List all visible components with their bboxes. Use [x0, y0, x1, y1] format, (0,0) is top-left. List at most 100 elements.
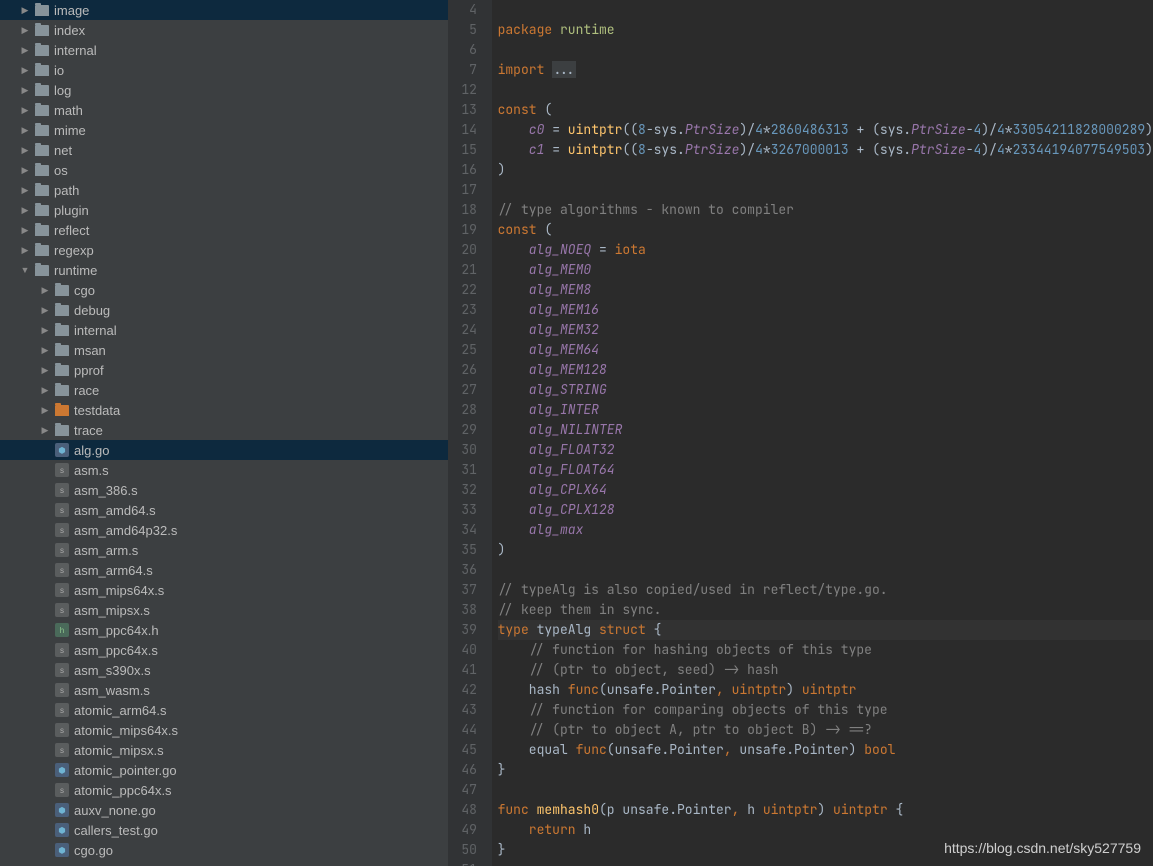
code-line[interactable]: const (	[498, 220, 1153, 240]
tree-item[interactable]: internal	[0, 40, 448, 60]
tree-item[interactable]: image	[0, 0, 448, 20]
tree-item[interactable]: reflect	[0, 220, 448, 240]
tree-item[interactable]: sasm_arm64.s	[0, 560, 448, 580]
code-line[interactable]: // (ptr to object A, ptr to object B) ->…	[498, 720, 1153, 740]
code-line[interactable]: alg_NILINTER	[498, 420, 1153, 440]
tree-item[interactable]: satomic_mipsx.s	[0, 740, 448, 760]
tree-item[interactable]: sasm_386.s	[0, 480, 448, 500]
expand-arrow-icon[interactable]	[40, 365, 50, 376]
code-line[interactable]	[498, 780, 1153, 800]
tree-item[interactable]: hasm_ppc64x.h	[0, 620, 448, 640]
tree-item[interactable]: debug	[0, 300, 448, 320]
expand-arrow-icon[interactable]	[20, 25, 30, 36]
expand-arrow-icon[interactable]	[20, 125, 30, 136]
code-line[interactable]: package runtime	[498, 20, 1153, 40]
tree-item[interactable]: ⬢cgo.go	[0, 840, 448, 860]
tree-item[interactable]: internal	[0, 320, 448, 340]
tree-item[interactable]: path	[0, 180, 448, 200]
expand-arrow-icon[interactable]	[40, 325, 50, 336]
code-line[interactable]: alg_max	[498, 520, 1153, 540]
tree-item[interactable]: sasm_arm.s	[0, 540, 448, 560]
code-line[interactable]: const (	[498, 100, 1153, 120]
code-line[interactable]: alg_MEM32	[498, 320, 1153, 340]
expand-arrow-icon[interactable]	[20, 85, 30, 96]
code-line[interactable]: alg_FLOAT32	[498, 440, 1153, 460]
code-line[interactable]: type typeAlg struct {	[498, 620, 1153, 640]
code-line[interactable]: func memhash0(p unsafe.Pointer, h uintpt…	[498, 800, 1153, 820]
tree-item[interactable]: satomic_arm64.s	[0, 700, 448, 720]
code-area[interactable]: package runtime import ... const ( c0 = ui…	[492, 0, 1153, 866]
code-line[interactable]: c0 = uintptr((8-sys.PtrSize)/4*286048631…	[498, 120, 1153, 140]
tree-item[interactable]: testdata	[0, 400, 448, 420]
tree-item[interactable]: msan	[0, 340, 448, 360]
code-line[interactable]: alg_CPLX64	[498, 480, 1153, 500]
code-line[interactable]: return h	[498, 820, 1153, 840]
tree-item[interactable]: mime	[0, 120, 448, 140]
tree-item[interactable]: sasm_mipsx.s	[0, 600, 448, 620]
code-line[interactable]: )	[498, 160, 1153, 180]
tree-item[interactable]: log	[0, 80, 448, 100]
tree-item[interactable]: sasm_mips64x.s	[0, 580, 448, 600]
expand-arrow-icon[interactable]	[20, 185, 30, 196]
tree-item[interactable]: pprof	[0, 360, 448, 380]
code-line[interactable]: hash func(unsafe.Pointer, uintptr) uintp…	[498, 680, 1153, 700]
code-line[interactable]: // typeAlg is also copied/used in reflec…	[498, 580, 1153, 600]
code-line[interactable]	[498, 180, 1153, 200]
code-line[interactable]: alg_MEM64	[498, 340, 1153, 360]
expand-arrow-icon[interactable]	[40, 305, 50, 316]
code-line[interactable]: }	[498, 760, 1153, 780]
tree-item[interactable]: plugin	[0, 200, 448, 220]
expand-arrow-icon[interactable]	[40, 425, 50, 436]
expand-arrow-icon[interactable]	[20, 65, 30, 76]
tree-item[interactable]: ⬢atomic_pointer.go	[0, 760, 448, 780]
tree-item[interactable]: ⬢callers_test.go	[0, 820, 448, 840]
code-line[interactable]	[498, 80, 1153, 100]
tree-item[interactable]: sasm.s	[0, 460, 448, 480]
expand-arrow-icon[interactable]	[20, 225, 30, 236]
tree-item[interactable]: runtime	[0, 260, 448, 280]
expand-arrow-icon[interactable]	[20, 45, 30, 56]
code-line[interactable]	[498, 40, 1153, 60]
code-line[interactable]: // function for hashing objects of this …	[498, 640, 1153, 660]
code-line[interactable]: // keep them in sync.	[498, 600, 1153, 620]
tree-item[interactable]: cgo	[0, 280, 448, 300]
project-tree[interactable]: imageindexinternaliologmathmimenetospath…	[0, 0, 448, 866]
tree-item[interactable]: sasm_ppc64x.s	[0, 640, 448, 660]
code-line[interactable]: alg_STRING	[498, 380, 1153, 400]
code-line[interactable]: alg_MEM16	[498, 300, 1153, 320]
tree-item[interactable]: io	[0, 60, 448, 80]
expand-arrow-icon[interactable]	[40, 345, 50, 356]
code-editor[interactable]: 4567121314151617181920212223242526272829…	[448, 0, 1153, 866]
code-line[interactable]: alg_INTER	[498, 400, 1153, 420]
tree-item[interactable]: satomic_ppc64x.s	[0, 780, 448, 800]
tree-item[interactable]: satomic_mips64x.s	[0, 720, 448, 740]
code-line[interactable]: alg_MEM8	[498, 280, 1153, 300]
tree-item[interactable]: index	[0, 20, 448, 40]
tree-item[interactable]: sasm_amd64p32.s	[0, 520, 448, 540]
code-line[interactable]: alg_MEM128	[498, 360, 1153, 380]
code-line[interactable]: // type algorithms - known to compiler	[498, 200, 1153, 220]
tree-item[interactable]: trace	[0, 420, 448, 440]
expand-arrow-icon[interactable]	[20, 205, 30, 216]
code-line[interactable]: import ...	[498, 60, 1153, 80]
expand-arrow-icon[interactable]	[40, 405, 50, 416]
expand-arrow-icon[interactable]	[20, 165, 30, 176]
tree-item[interactable]: race	[0, 380, 448, 400]
code-line[interactable]: // function for comparing objects of thi…	[498, 700, 1153, 720]
tree-item[interactable]: sasm_wasm.s	[0, 680, 448, 700]
expand-arrow-icon[interactable]	[20, 245, 30, 256]
code-line[interactable]: alg_MEM0	[498, 260, 1153, 280]
code-line[interactable]: equal func(unsafe.Pointer, unsafe.Pointe…	[498, 740, 1153, 760]
tree-item[interactable]: os	[0, 160, 448, 180]
tree-item[interactable]: net	[0, 140, 448, 160]
tree-item[interactable]: sasm_s390x.s	[0, 660, 448, 680]
tree-item[interactable]: ⬢alg.go	[0, 440, 448, 460]
tree-item[interactable]: regexp	[0, 240, 448, 260]
tree-item[interactable]: sasm_amd64.s	[0, 500, 448, 520]
code-line[interactable]: alg_NOEQ = iota	[498, 240, 1153, 260]
code-line[interactable]: // (ptr to object, seed) -> hash	[498, 660, 1153, 680]
expand-arrow-icon[interactable]	[40, 285, 50, 296]
expand-arrow-icon[interactable]	[20, 145, 30, 156]
code-line[interactable]	[498, 560, 1153, 580]
tree-item[interactable]: math	[0, 100, 448, 120]
